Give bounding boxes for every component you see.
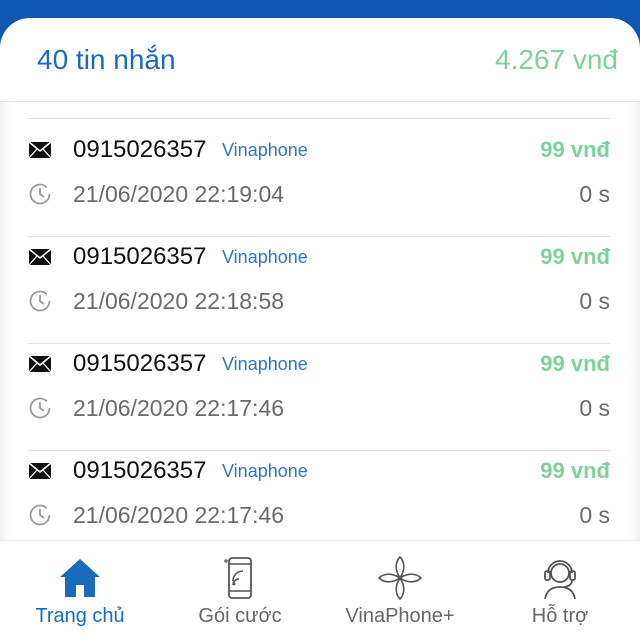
list-item[interactable]: 0915026357 Vinaphone 99 vnđ 21/06/2020 2… [0, 122, 640, 228]
clock-icon [29, 290, 51, 312]
tab-trang-chu[interactable]: Trang chủ [0, 541, 160, 640]
message-datetime: 21/06/2020 22:19:04 [73, 180, 285, 207]
phone-number: 0915026357 [73, 457, 207, 484]
message-price: 99 vnđ [540, 351, 610, 376]
list-item[interactable]: 0915026357 Vinaphone 99 vnđ 21/06/2020 2… [0, 443, 640, 549]
tab-label: Hỗ trợ [531, 605, 589, 627]
message-duration: 0 s [579, 394, 610, 421]
phone-number: 0915026357 [73, 136, 207, 163]
clock-icon [29, 183, 51, 205]
phone-plan-icon [224, 557, 252, 599]
message-datetime: 21/06/2020 22:18:58 [73, 287, 285, 314]
vinaphone-logo-icon [377, 555, 423, 601]
tab-label: VinaPhone+ [345, 605, 455, 627]
carrier-name: Vinaphone [222, 353, 308, 374]
envelope-icon [28, 462, 52, 480]
support-headset-icon [544, 560, 576, 600]
carrier-name: Vinaphone [222, 460, 308, 481]
tab-label: Gói cước [198, 605, 282, 627]
carrier-name: Vinaphone [222, 139, 308, 160]
message-price: 99 vnđ [540, 137, 610, 162]
carrier-name: Vinaphone [222, 246, 308, 267]
message-duration: 0 s [579, 287, 610, 314]
content-card: 40 tin nhắn 4.267 vnđ 0915026357 Vinapho… [0, 18, 640, 640]
message-duration: 0 s [579, 180, 610, 207]
phone-number: 0915026357 [73, 243, 207, 270]
phone-number: 0915026357 [73, 350, 207, 377]
total-cost: 4.267 vnđ [495, 43, 618, 75]
divider [28, 118, 610, 119]
message-list[interactable]: 0915026357 Vinaphone 99 vnđ 21/06/2020 2… [0, 102, 640, 540]
tab-ho-tro[interactable]: Hỗ trợ [480, 541, 640, 640]
bottom-tab-bar: Trang chủ Gói cước VinaPhone+ Hỗ trợ [0, 540, 640, 640]
tab-label: Trang chủ [35, 605, 125, 627]
message-price: 99 vnđ [540, 244, 610, 269]
tab-goi-cuoc[interactable]: Gói cước [160, 541, 320, 640]
usage-summary: 40 tin nhắn 4.267 vnđ [0, 18, 640, 102]
envelope-icon [28, 248, 52, 266]
clock-icon [29, 504, 51, 526]
home-icon [60, 559, 100, 597]
list-item[interactable]: 0915026357 Vinaphone 99 vnđ 21/06/2020 2… [0, 229, 640, 335]
tab-vinaphone-plus[interactable]: VinaPhone+ [320, 541, 480, 640]
message-count: 40 tin nhắn [37, 43, 176, 75]
list-item[interactable]: 0915026357 Vinaphone 99 vnđ 21/06/2020 2… [0, 336, 640, 442]
message-price: 99 vnđ [540, 458, 610, 483]
message-datetime: 21/06/2020 22:17:46 [73, 501, 285, 528]
clock-icon [29, 397, 51, 419]
message-duration: 0 s [579, 501, 610, 528]
message-datetime: 21/06/2020 22:17:46 [73, 394, 285, 421]
envelope-icon [28, 355, 52, 373]
envelope-icon [28, 141, 52, 159]
